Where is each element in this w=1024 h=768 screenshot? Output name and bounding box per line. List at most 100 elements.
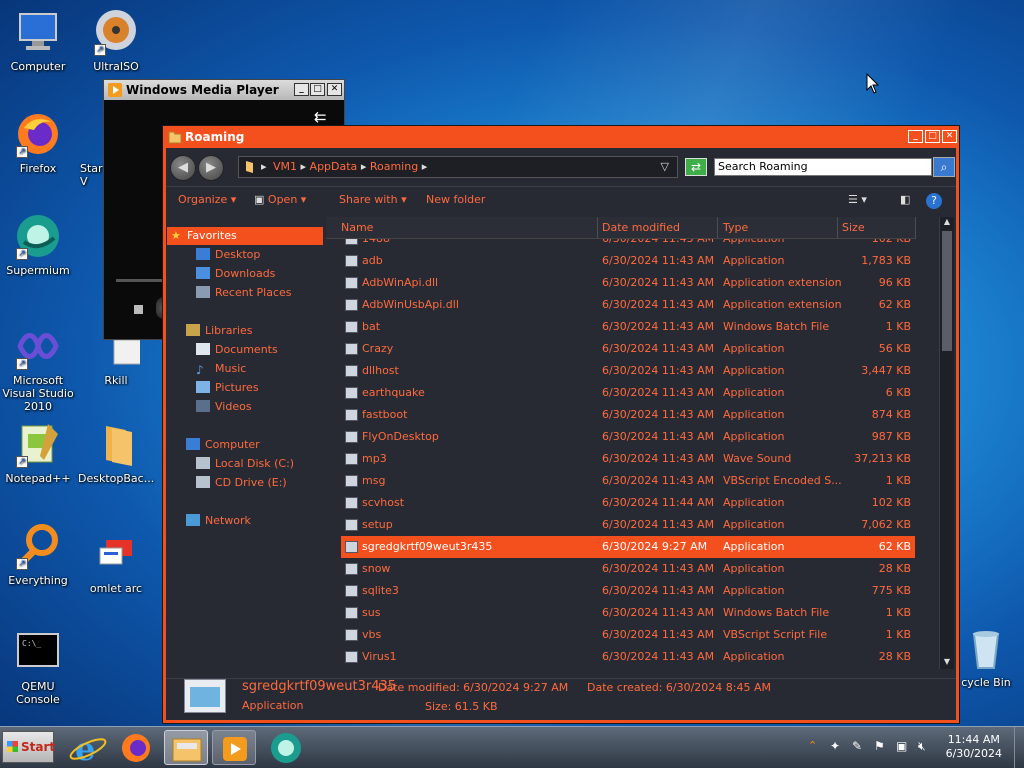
- column-name[interactable]: Name: [341, 221, 373, 234]
- stop-button[interactable]: [134, 305, 143, 314]
- explorer-window[interactable]: Roaming _ □ ✕ ◀ ▶ ▸ VM1 ▸ AppData ▸ Roam…: [162, 125, 960, 724]
- file-row[interactable]: dllhost 6/30/2024 11:43 AM Application 3,44…: [341, 360, 915, 382]
- close-button[interactable]: ✕: [327, 83, 342, 96]
- desktop-icon-qemu-console[interactable]: C:\_ QEMU Console: [0, 628, 76, 706]
- preview-pane-icon[interactable]: ◧: [900, 193, 910, 206]
- scroll-thumb[interactable]: [942, 231, 952, 351]
- taskbar-app-firefox[interactable]: [114, 730, 158, 765]
- taskbar-app-explorer[interactable]: [164, 730, 208, 765]
- column-date-modified[interactable]: Date modified: [602, 221, 680, 234]
- help-icon[interactable]: ?: [926, 193, 942, 209]
- search-icon[interactable]: ⌕: [933, 157, 955, 177]
- show-hidden-icons-button[interactable]: ⌃: [808, 739, 817, 752]
- desktop-icon-label: Computer: [10, 60, 66, 73]
- media-player-titlebar[interactable]: Windows Media Player _ □ ✕: [104, 80, 344, 100]
- desktop-icon-ultraiso[interactable]: ↗ UltraISO: [78, 8, 154, 73]
- file-row[interactable]: sqlite3 6/30/2024 11:43 AM Application 775 …: [341, 580, 915, 602]
- file-row[interactable]: mp3 6/30/2024 11:43 AM Wave Sound 37,213 KB: [341, 448, 915, 470]
- file-row[interactable]: adb 6/30/2024 11:43 AM Application 1,783 KB: [341, 250, 915, 272]
- nav-recent-places[interactable]: Recent Places: [196, 284, 292, 302]
- scroll-up-button[interactable]: ▲: [941, 217, 953, 229]
- start-button[interactable]: Start: [2, 731, 55, 763]
- network-icon[interactable]: ▣: [896, 739, 907, 753]
- tray-app-icon[interactable]: ✦: [830, 739, 840, 753]
- vertical-scrollbar[interactable]: ▲ ▼: [939, 217, 954, 669]
- desktop-icon-computer[interactable]: Computer: [0, 8, 76, 73]
- column-type[interactable]: Type: [723, 221, 748, 234]
- column-size[interactable]: Size: [842, 221, 865, 234]
- forward-button[interactable]: ▶: [198, 155, 224, 181]
- minimize-button[interactable]: _: [294, 83, 309, 96]
- taskbar-app-internet-explorer[interactable]: e: [66, 730, 110, 768]
- file-row[interactable]: Crazy 6/30/2024 11:43 AM Application 56 KB: [341, 338, 915, 360]
- desktop-icon-supermium[interactable]: ↗ Supermium: [0, 212, 76, 277]
- nav-computer[interactable]: Computer: [186, 436, 260, 454]
- desktop-icon-notepadpp[interactable]: ↗ Notepad++: [0, 420, 76, 485]
- breadcrumb-roaming[interactable]: Roaming: [370, 160, 418, 173]
- back-button[interactable]: ◀: [170, 155, 196, 181]
- file-row[interactable]: scvhost 6/30/2024 11:44 AM Application 102 …: [341, 492, 915, 514]
- tray-pen-icon[interactable]: ✎: [852, 739, 862, 753]
- refresh-button[interactable]: ⇄: [685, 158, 707, 176]
- clock[interactable]: 11:44 AM 6/30/2024: [946, 733, 1002, 761]
- nav-downloads[interactable]: Downloads: [196, 265, 275, 283]
- desktop-icon-desktopbackup[interactable]: DesktopBac...: [78, 420, 154, 485]
- volume-muted-icon[interactable]: 🔇︎: [918, 739, 926, 754]
- supermium-icon: ↗: [14, 212, 62, 260]
- action-center-flag-icon[interactable]: ⚑: [874, 739, 885, 753]
- file-row[interactable]: AdbWinUsbApi.dll 6/30/2024 11:43 AM Applic…: [341, 294, 915, 316]
- file-row[interactable]: vbs 6/30/2024 11:43 AM VBScript Script Fil…: [341, 624, 915, 646]
- taskbar-app-supermium[interactable]: [264, 730, 308, 765]
- address-dropdown-icon[interactable]: ▽: [661, 157, 669, 177]
- file-row[interactable]: fastboot 6/30/2024 11:43 AM Application 874…: [341, 404, 915, 426]
- desktop-icon-visual-studio[interactable]: ↗ Microsoft Visual Studio 2010: [0, 322, 76, 413]
- file-row[interactable]: sgredgkrtf09weut3r435 6/30/2024 9:27 AM Ap…: [341, 536, 915, 558]
- maximize-button[interactable]: □: [925, 130, 940, 143]
- file-row[interactable]: FlyOnDesktop 6/30/2024 11:43 AM Applicatio…: [341, 426, 915, 448]
- taskbar-app-media-player[interactable]: [212, 730, 256, 765]
- breadcrumb[interactable]: ▸ VM1 ▸ AppData ▸ Roaming ▸ ▽: [238, 156, 678, 178]
- file-row[interactable]: Virus1 6/30/2024 11:43 AM Application 28 KB: [341, 646, 915, 668]
- close-button[interactable]: ✕: [942, 130, 957, 143]
- organize-button[interactable]: Organize ▾: [178, 193, 236, 206]
- file-row[interactable]: 1488 6/30/2024 11:43 AM Application 102 KB: [341, 239, 915, 250]
- switch-to-library-icon[interactable]: ⇇: [314, 108, 327, 126]
- file-size: 6 KB: [885, 386, 911, 399]
- open-button[interactable]: ▣ Open ▾: [254, 193, 306, 206]
- nav-libraries[interactable]: Libraries: [186, 322, 253, 340]
- nav-local-disk[interactable]: Local Disk (C:): [196, 455, 294, 473]
- file-row[interactable]: snow 6/30/2024 11:43 AM Application 28 KB: [341, 558, 915, 580]
- minimize-button[interactable]: _: [908, 130, 923, 143]
- view-options-icon[interactable]: ☰ ▾: [848, 193, 867, 206]
- file-row[interactable]: bat 6/30/2024 11:43 AM Windows Batch File 1…: [341, 316, 915, 338]
- file-row[interactable]: setup 6/30/2024 11:43 AM Application 7,062 …: [341, 514, 915, 536]
- nav-cd-drive[interactable]: CD Drive (E:): [196, 474, 287, 492]
- breadcrumb-vm1[interactable]: VM1: [273, 160, 297, 173]
- share-with-button[interactable]: Share with ▾: [339, 193, 407, 206]
- explorer-titlebar[interactable]: Roaming _ □ ✕: [163, 126, 959, 148]
- search-input[interactable]: Search Roaming: [714, 158, 932, 176]
- nav-pictures[interactable]: Pictures: [196, 379, 259, 397]
- file-icon: [345, 541, 358, 553]
- nav-desktop[interactable]: Desktop: [196, 246, 260, 264]
- nav-videos[interactable]: Videos: [196, 398, 252, 416]
- scroll-down-button[interactable]: ▼: [941, 657, 953, 669]
- desktop-icon-everything[interactable]: ↗ Everything: [0, 522, 76, 587]
- breadcrumb-appdata[interactable]: AppData: [310, 160, 358, 173]
- nav-documents[interactable]: Documents: [196, 341, 278, 359]
- new-folder-button[interactable]: New folder: [426, 193, 485, 206]
- nav-music[interactable]: ♪ Music: [196, 360, 246, 378]
- desktop-icon-firefox[interactable]: ↗ Firefox: [0, 110, 76, 175]
- file-row[interactable]: AdbWinApi.dll 6/30/2024 11:43 AM Applicati…: [341, 272, 915, 294]
- desktop-icon-omlet[interactable]: omlet arc: [78, 530, 154, 595]
- file-icon: [345, 387, 358, 399]
- nav-network[interactable]: Network: [186, 512, 251, 530]
- nav-favorites[interactable]: ★ Favorites: [167, 227, 323, 245]
- file-row[interactable]: msg 6/30/2024 11:43 AM VBScript Encoded S.…: [341, 470, 915, 492]
- file-row[interactable]: sus 6/30/2024 11:43 AM Windows Batch File 1…: [341, 602, 915, 624]
- show-desktop-button[interactable]: [1014, 727, 1024, 768]
- file-row[interactable]: earthquake 6/30/2024 11:43 AM Application 6…: [341, 382, 915, 404]
- libraries-icon: [186, 324, 200, 336]
- file-size: 7,062 KB: [861, 518, 911, 531]
- maximize-button[interactable]: □: [310, 83, 325, 96]
